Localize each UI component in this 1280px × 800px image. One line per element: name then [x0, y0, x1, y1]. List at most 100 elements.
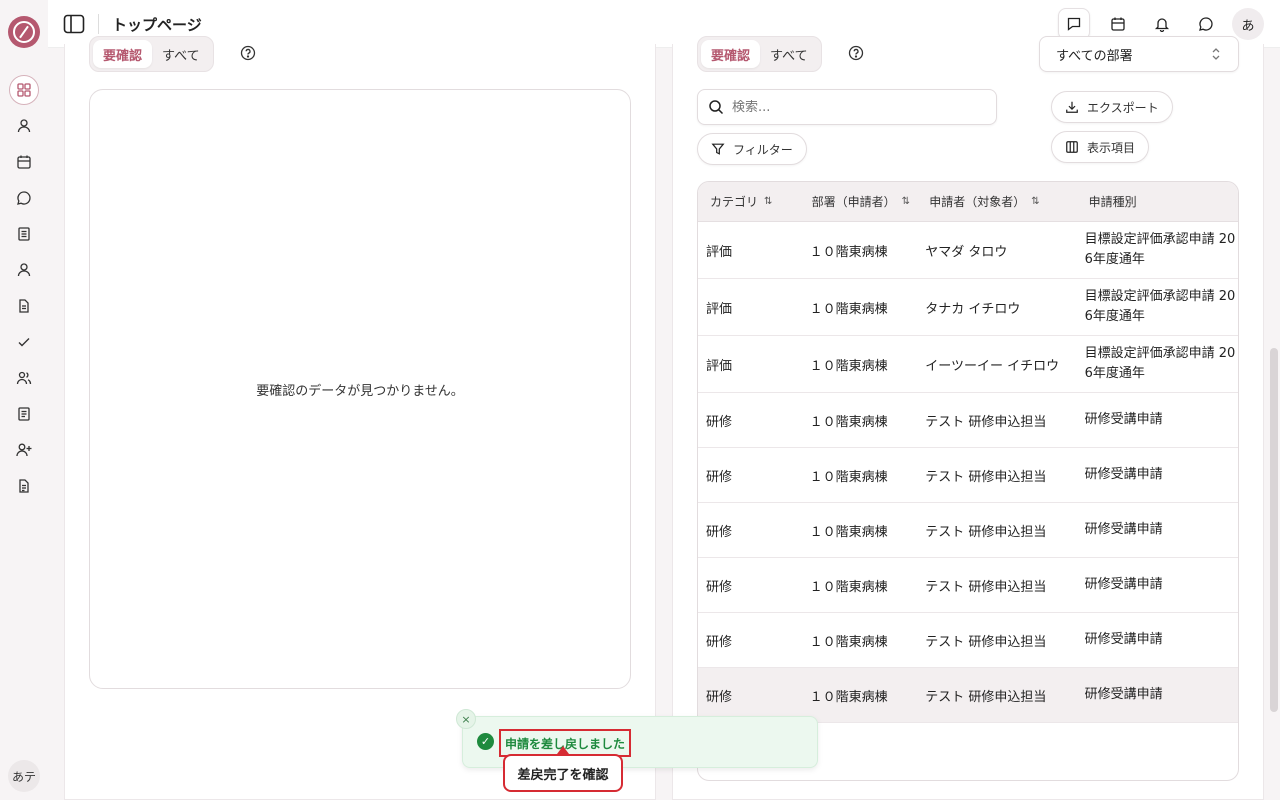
search-icon	[709, 100, 724, 115]
cell-applicant: テスト 研修申込担当	[925, 689, 1047, 705]
cell-applicant: タナカ イチロウ	[925, 301, 1021, 317]
table-row[interactable]: 研修 １０階東病棟 テスト 研修申込担当 研修受講申請	[698, 558, 1238, 613]
requests-table: カテゴリ ⇅ 部署（申請者） ⇅ 申請者（対象者） ⇅ 申請種別 評価 １０階東病棟 …	[697, 181, 1239, 781]
sidebar-item-users[interactable]	[9, 363, 39, 393]
column-header-department[interactable]: 部署（申請者） ⇅	[802, 193, 918, 210]
empty-state-box: 要確認のデータが見つかりません。	[89, 89, 631, 689]
cell-request-type: 研修受講申請	[1084, 522, 1163, 537]
table-row[interactable]: 評価 １０階東病棟 イーツーイー イチロウ 目標設定評価承認申請 20 6年度通年	[698, 336, 1238, 393]
sidebar-item-file[interactable]	[9, 291, 39, 321]
page-scrollbar[interactable]	[1270, 348, 1278, 712]
sidebar-item-user[interactable]	[9, 111, 39, 141]
sidebar-item-calendar[interactable]	[9, 147, 39, 177]
cell-applicant: テスト 研修申込担当	[925, 414, 1047, 430]
cell-category: 研修	[706, 579, 733, 595]
sidebar-item-document[interactable]	[9, 219, 39, 249]
export-button-label: エクスポート	[1087, 100, 1159, 115]
header-divider	[98, 14, 99, 34]
user-avatar-mini[interactable]: あテ	[8, 760, 40, 792]
export-button[interactable]: エクスポート	[1051, 91, 1173, 123]
cell-category: 研修	[706, 689, 733, 705]
filter-button[interactable]: フィルター	[697, 133, 807, 165]
user-plus-icon	[16, 443, 32, 457]
cell-applicant: イーツーイー イチロウ	[925, 358, 1060, 374]
cell-request-type: 研修受講申請	[1084, 632, 1163, 647]
table-row[interactable]: 研修 １０階東病棟 テスト 研修申込担当 研修受講申請	[698, 613, 1238, 668]
right-tab-all[interactable]: すべて	[760, 40, 818, 68]
cell-applicant: テスト 研修申込担当	[925, 634, 1047, 650]
table-row[interactable]: 評価 １０階東病棟 タナカ イチロウ 目標設定評価承認申請 20 6年度通年	[698, 279, 1238, 336]
cell-request-type: 研修受講申請	[1084, 412, 1163, 427]
person-icon	[17, 263, 31, 277]
columns-button-label: 表示項目	[1087, 140, 1136, 155]
sidebar-toggle-button[interactable]	[62, 12, 86, 36]
cell-category: 評価	[706, 358, 733, 374]
toast-close-button[interactable]: ×	[456, 709, 476, 729]
columns-button[interactable]: 表示項目	[1051, 131, 1150, 163]
sidebar-item-user-plus[interactable]	[9, 435, 39, 465]
search-input[interactable]	[732, 99, 982, 115]
cell-request-type: 目標設定評価承認申請 20 6年度通年	[1084, 289, 1236, 324]
cell-applicant: テスト 研修申込担当	[925, 524, 1047, 540]
cell-department: １０階東病棟	[809, 244, 888, 260]
cell-category: 研修	[706, 524, 733, 540]
left-tab-all[interactable]: すべて	[152, 40, 210, 68]
right-tab-pending[interactable]: 要確認	[701, 40, 761, 68]
department-select[interactable]: すべての部署	[1039, 36, 1239, 72]
app-logo[interactable]	[8, 16, 40, 48]
sidebar: あテ	[0, 0, 48, 800]
file-icon	[19, 299, 29, 313]
sidebar-item-chat[interactable]	[9, 183, 39, 213]
calendar-icon	[17, 155, 31, 169]
sidebar-item-dashboard[interactable]	[9, 75, 39, 105]
sort-icon: ⇅	[901, 196, 911, 207]
download-icon	[1066, 101, 1078, 113]
confirmation-tooltip: 差戻完了を確認	[503, 754, 623, 792]
help-icon[interactable]	[240, 45, 256, 61]
table-header: カテゴリ ⇅ 部署（申請者） ⇅ 申請者（対象者） ⇅ 申請種別	[698, 182, 1238, 222]
sidebar-toggle-icon	[63, 14, 85, 34]
cell-department: １０階東病棟	[809, 634, 888, 650]
list-icon	[18, 407, 30, 421]
cell-request-type: 研修受講申請	[1084, 687, 1163, 702]
table-row[interactable]: 研修 １０階東病棟 テスト 研修申込担当 研修受講申請	[698, 393, 1238, 448]
table-row[interactable]: 研修 １０階東病棟 テスト 研修申込担当 研修受講申請	[698, 448, 1238, 503]
chevron-up-down-icon	[1212, 48, 1220, 60]
cell-applicant: テスト 研修申込担当	[925, 579, 1047, 595]
chat-icon	[1199, 17, 1213, 31]
cell-department: １０階東病棟	[809, 689, 888, 705]
left-tab-group: 要確認 すべて	[89, 36, 214, 72]
columns-icon	[1066, 141, 1078, 153]
cell-category: 研修	[706, 469, 733, 485]
cell-department: １０階東病棟	[809, 579, 888, 595]
check-icon	[18, 338, 30, 347]
sidebar-item-list[interactable]	[9, 399, 39, 429]
cell-category: 研修	[706, 634, 733, 650]
cell-applicant: ヤマダ タロウ	[925, 244, 1008, 260]
page-title: トップページ	[112, 16, 202, 34]
cell-department: １０階東病棟	[809, 358, 888, 374]
cell-request-type: 研修受講申請	[1084, 467, 1163, 482]
table-row[interactable]: 評価 １０階東病棟 ヤマダ タロウ 目標設定評価承認申請 20 6年度通年	[698, 222, 1238, 279]
sidebar-item-person[interactable]	[9, 255, 39, 285]
left-tab-pending[interactable]: 要確認	[93, 40, 153, 68]
column-header-request-type: 申請種別	[1088, 194, 1137, 209]
cell-department: １０階東病棟	[809, 414, 888, 430]
search-box[interactable]	[697, 89, 997, 125]
cell-request-type: 目標設定評価承認申請 20 6年度通年	[1084, 346, 1236, 381]
user-avatar[interactable]: あ	[1232, 8, 1264, 40]
cell-category: 評価	[706, 244, 733, 260]
sidebar-item-report[interactable]	[9, 471, 39, 501]
empty-state-message: 要確認のデータが見つかりません。	[256, 383, 464, 399]
help-icon[interactable]	[848, 45, 864, 61]
bell-icon	[1154, 18, 1170, 32]
table-row[interactable]: 研修 １０階東病棟 テスト 研修申込担当 研修受講申請	[698, 668, 1238, 723]
document-icon	[18, 227, 30, 241]
column-header-category[interactable]: カテゴリ ⇅	[698, 193, 802, 210]
cell-applicant: テスト 研修申込担当	[925, 469, 1047, 485]
table-row[interactable]: 研修 １０階東病棟 テスト 研修申込担当 研修受講申請	[698, 503, 1238, 558]
calendar-icon	[1111, 17, 1125, 31]
column-header-applicant[interactable]: 申請者（対象者） ⇅	[917, 193, 1076, 210]
filter-icon	[711, 143, 725, 155]
sidebar-item-check[interactable]	[9, 327, 39, 357]
